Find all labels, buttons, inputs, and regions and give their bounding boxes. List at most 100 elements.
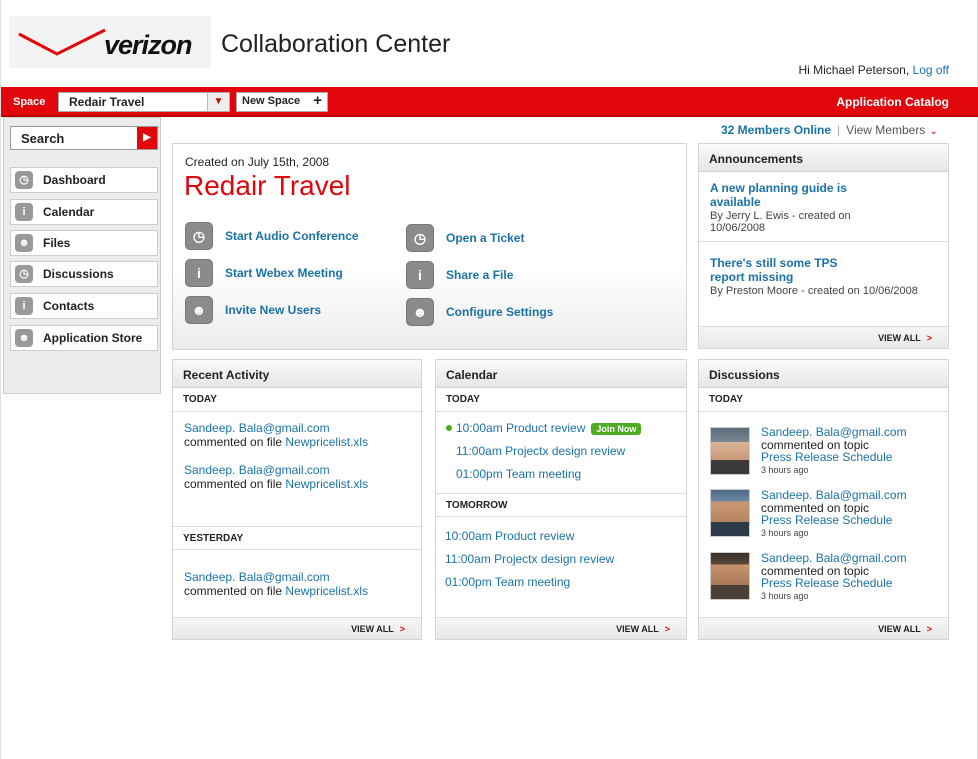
space-select[interactable]: Redair Travel ▼ [58,92,230,112]
join-now-button[interactable]: Join Now [591,423,642,435]
sidebar-item-discussions[interactable]: ◷ Discussions [10,261,158,287]
panel-title: Calendar [436,360,686,388]
app-title: Collaboration Center [221,30,451,58]
activity-action: commented on file [184,584,283,598]
sidebar-item-files[interactable]: ☻ Files [10,230,158,256]
clock-icon: ◷ [185,222,213,250]
activity-item: Sandeep. Bala@gmail.com commented on fil… [184,421,368,449]
activity-user-link[interactable]: Sandeep. Bala@gmail.com [184,463,368,477]
view-all-label: VIEW ALL [351,624,394,634]
avatar[interactable] [710,427,750,475]
discussion-topic-link[interactable]: Press Release Schedule [761,451,907,464]
view-all-label: VIEW ALL [878,333,921,343]
action-label: Invite New Users [225,303,322,317]
info-icon: i [15,297,33,315]
calendar-panel: Calendar TODAY 10:00am Product review Joi… [435,359,687,640]
activity-file-link[interactable]: Newpricelist.xls [285,584,368,598]
application-catalog-link[interactable]: Application Catalog [836,95,949,109]
discussion-topic-link[interactable]: Press Release Schedule [761,577,907,590]
divider: | [837,123,841,137]
sidebar-item-label: Files [43,236,71,250]
info-icon: i [406,261,434,289]
logo-text: verizon [104,30,193,60]
section-today: TODAY [699,388,948,412]
action-label: Configure Settings [446,305,554,319]
discussion-user-link[interactable]: Sandeep. Bala@gmail.com [761,552,907,565]
top-toolbar: Space Redair Travel ▼ New Space + Applic… [1,87,978,117]
activity-action: commented on file [184,477,283,491]
users-icon: ☻ [406,298,434,326]
view-all-link[interactable]: VIEW ALL > [699,326,948,348]
space-label: Space [13,96,46,108]
announcement-meta: By Jerry L. Ewis - created on 10/06/2008 [710,210,851,234]
members-bar: 32 Members Online | View Members ⌄ [721,123,938,137]
panel-title: Recent Activity [173,360,421,388]
check-mark-icon [18,28,106,56]
announcement-title[interactable]: There's still some TPS report missing [710,256,860,284]
avatar[interactable] [710,552,750,600]
discussion-item: Sandeep. Bala@gmail.com commented on top… [761,552,907,602]
action-label: Share a File [446,268,514,282]
greeting-text: Hi Michael Peterson, [798,63,910,77]
discussions-panel: Discussions TODAY Sandeep. Bala@gmail.co… [698,359,949,640]
avatar[interactable] [710,489,750,537]
activity-item: Sandeep. Bala@gmail.com commented on fil… [184,570,368,598]
sidebar-item-label: Dashboard [43,173,106,187]
users-icon: ☻ [15,234,33,252]
live-dot-icon [446,425,452,431]
calendar-event[interactable]: 10:00am Product review [445,529,574,543]
page: verizon Collaboration Center Hi Michael … [0,0,978,759]
discussion-time: 3 hours ago [761,590,809,601]
chevron-down-icon[interactable]: ▼ [207,93,229,111]
calendar-event[interactable]: 11:00am Projectx design review [456,444,625,458]
sidebar-item-calendar[interactable]: i Calendar [10,199,158,225]
announcement-meta: By Preston Moore - created on 10/06/2008 [710,285,918,297]
view-all-label: VIEW ALL [878,624,921,634]
clock-icon: ◷ [15,265,33,283]
view-members-link[interactable]: View Members [846,123,925,137]
sidebar-item-label: Application Store [43,331,143,345]
activity-file-link[interactable]: Newpricelist.xls [285,477,368,491]
divider [699,241,948,242]
sidebar-item-dashboard[interactable]: ◷ Dashboard [10,167,158,193]
chevron-right-icon: > [399,624,405,634]
discussion-user-link[interactable]: Sandeep. Bala@gmail.com [761,426,907,439]
action-label: Start Webex Meeting [225,266,343,280]
calendar-event[interactable]: 01:00pm Team meeting [445,575,570,589]
discussion-topic-link[interactable]: Press Release Schedule [761,514,907,527]
space-summary-panel: Created on July 15th, 2008 Redair Travel… [172,143,687,350]
clock-icon: ◷ [15,171,33,189]
search-go-icon[interactable]: ▶ [137,127,157,149]
search-input[interactable]: Search ▶ [10,126,158,150]
view-all-link[interactable]: VIEW ALL > [436,617,686,639]
sidebar: Search ▶ ◷ Dashboard i Calendar ☻ Files ◷ Di… [3,117,161,394]
verizon-logo[interactable]: verizon [9,16,211,68]
logoff-link[interactable]: Log off [913,63,949,77]
sidebar-item-label: Calendar [43,205,95,219]
sidebar-item-application-store[interactable]: ☻ Application Store [10,325,158,351]
activity-user-link[interactable]: Sandeep. Bala@gmail.com [184,570,368,584]
calendar-event[interactable]: 11:00am Projectx design review [445,552,614,566]
new-space-label: New Space [242,95,301,107]
info-icon: i [15,203,33,221]
announcements-panel: Announcements A new planning guide is av… [698,143,949,349]
members-online-link[interactable]: 32 Members Online [721,123,831,137]
view-all-link[interactable]: VIEW ALL > [173,617,421,639]
activity-user-link[interactable]: Sandeep. Bala@gmail.com [184,421,368,435]
activity-file-link[interactable]: Newpricelist.xls [285,435,368,449]
calendar-event[interactable]: 10:00am Product review Join Now [446,421,642,435]
view-all-link[interactable]: VIEW ALL > [699,617,948,639]
calendar-event[interactable]: 01:00pm Team meeting [456,467,581,481]
discussion-user-link[interactable]: Sandeep. Bala@gmail.com [761,489,907,502]
announcement-title[interactable]: A new planning guide is available [710,181,860,209]
discussion-time: 3 hours ago [761,527,809,538]
panel-title: Announcements [699,144,948,172]
recent-activity-panel: Recent Activity TODAY Sandeep. Bala@gmai… [172,359,422,640]
sidebar-item-contacts[interactable]: i Contacts [10,293,158,319]
announcement-item: A new planning guide is available By Jer… [710,181,860,234]
section-yesterday: YESTERDAY [173,526,421,550]
chevron-down-icon[interactable]: ⌄ [929,126,937,137]
section-tomorrow: TOMORROW [436,493,686,517]
new-space-button[interactable]: New Space + [236,92,328,112]
plus-icon: + [313,92,322,109]
